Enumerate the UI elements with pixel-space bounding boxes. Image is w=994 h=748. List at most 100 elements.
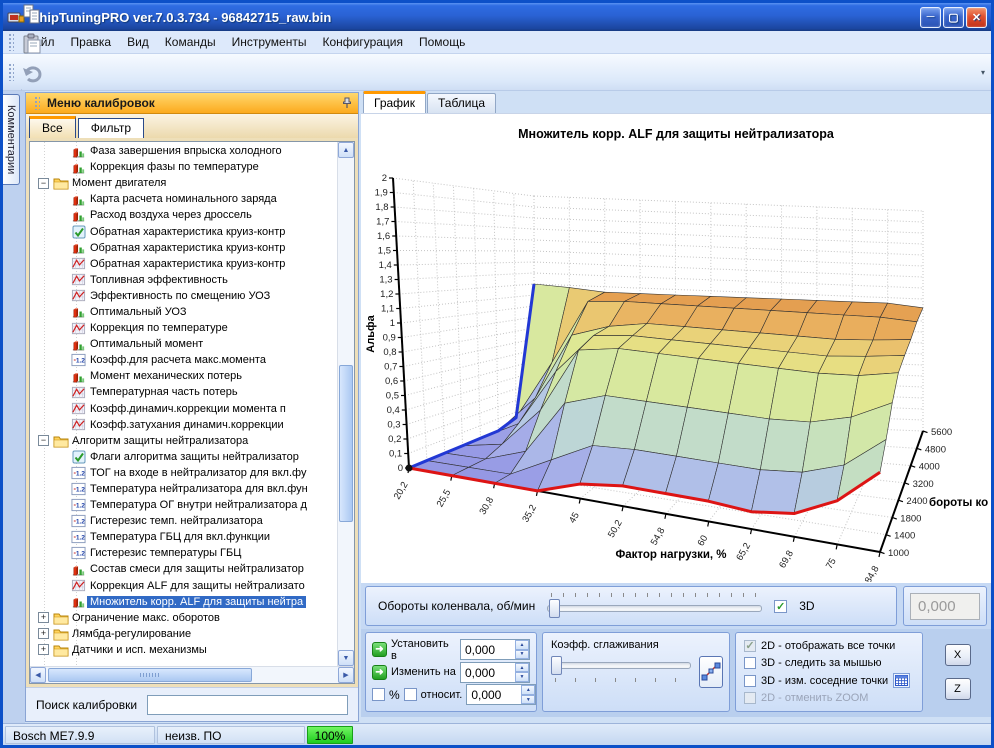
sidebar-tab-Все[interactable]: Все — [29, 116, 76, 138]
spin-down-icon[interactable] — [521, 695, 535, 705]
tree-item[interactable]: 1.2Температура ГБЦ для вкл.функции — [30, 529, 337, 545]
scroll-left-icon[interactable] — [30, 667, 46, 683]
tree-item[interactable]: Оптимальный момент — [30, 336, 337, 352]
view-option-checkbox[interactable] — [744, 657, 756, 669]
scroll-up-icon[interactable] — [338, 142, 354, 158]
rpm-slider-thumb[interactable] — [549, 599, 560, 618]
tree-item[interactable]: Флаги алгоритма защиты нейтрализатор — [30, 449, 337, 465]
expand-icon[interactable]: + — [38, 644, 49, 655]
tree-item[interactable]: Расход воздуха через дроссель — [30, 207, 337, 223]
tree-item[interactable]: Оптимальный УОЗ — [30, 304, 337, 320]
paste-icon[interactable] — [17, 29, 47, 59]
tree-item[interactable]: Коэфф.динамич.коррекции момента п — [30, 401, 337, 417]
menu-item[interactable]: Команды — [157, 32, 224, 52]
copy-icon[interactable] — [17, 0, 47, 29]
spin-up-icon[interactable] — [521, 685, 535, 695]
sidebar-header[interactable]: Меню калибровок — [26, 93, 358, 114]
z-axis-button[interactable]: Z — [945, 678, 971, 700]
tree-folder[interactable]: +Датчики и исп. механизмы — [30, 642, 337, 658]
menu-item[interactable]: Помощь — [411, 32, 473, 52]
scroll-right-icon[interactable] — [338, 667, 354, 683]
smoothing-slider[interactable] — [551, 656, 691, 682]
tab-График[interactable]: График — [363, 91, 426, 113]
spin-up-icon[interactable] — [515, 640, 529, 650]
tree-item[interactable]: Множитель корр. ALF для защиты нейтра — [30, 594, 337, 610]
tree-item[interactable]: Коррекция ALF для защиты нейтрализато — [30, 578, 337, 594]
maximize-button[interactable]: ▢ — [943, 7, 964, 28]
set-arrow-icon[interactable]: ➜ — [372, 642, 387, 657]
spin-up-icon[interactable] — [515, 663, 529, 673]
tab-Таблица[interactable]: Таблица — [427, 93, 496, 113]
rpm-slider-groove[interactable] — [547, 605, 762, 612]
menu-item[interactable]: Правка — [63, 32, 120, 52]
smoothing-groove[interactable] — [551, 662, 691, 669]
tree-item[interactable]: 1.2Температура ОГ внутри нейтрализатора … — [30, 497, 337, 513]
percent-checkbox[interactable] — [372, 688, 385, 701]
rpm-slider[interactable] — [547, 593, 762, 619]
change-value[interactable]: 0,000 — [461, 663, 515, 682]
relative-checkbox[interactable] — [404, 688, 417, 701]
tree-item[interactable]: Топливная эффективность — [30, 272, 337, 288]
tree-item[interactable]: Обратная характеристика круиз-контр — [30, 223, 337, 239]
set-button[interactable]: Установить в — [391, 638, 456, 662]
menu-item[interactable]: Инструменты — [224, 32, 315, 52]
pin-icon[interactable] — [341, 97, 353, 109]
tree-item[interactable]: Коэфф.затухания динамич.коррекции — [30, 417, 337, 433]
menu-item[interactable]: Вид — [119, 32, 157, 52]
menu-item[interactable]: Конфигурация — [314, 32, 411, 52]
tree-item[interactable]: 1.2ТОГ на входе в нейтрализатор для вкл.… — [30, 465, 337, 481]
relative-value-spinner[interactable]: 0,000 — [466, 684, 536, 705]
sidebar-tab-Фильтр[interactable]: Фильтр — [78, 118, 144, 138]
3d-checkbox[interactable] — [774, 600, 787, 613]
tree-item[interactable]: Обратная характеристика круиз-контр — [30, 240, 337, 256]
horizontal-scroll-thumb[interactable] — [48, 668, 252, 682]
tree-item[interactable]: Коррекция фазы по температуре — [30, 159, 337, 175]
expand-icon[interactable]: + — [38, 628, 49, 639]
change-button[interactable]: Изменить на — [391, 666, 456, 678]
undo-icon[interactable] — [17, 59, 47, 89]
change-arrow-icon[interactable]: ➜ — [372, 665, 387, 680]
view-option-checkbox[interactable] — [744, 675, 756, 687]
tree-vertical-scrollbar[interactable] — [337, 142, 354, 666]
relative-value[interactable]: 0,000 — [467, 685, 521, 704]
sidebar-grip[interactable] — [34, 96, 40, 110]
tree-item[interactable]: 1.2Гистерезис темп. нейтрализатора — [30, 513, 337, 529]
tree-item[interactable]: 1.2Коэфф.для расчета макс.момента — [30, 352, 337, 368]
title-bar[interactable]: ChipTuningPRO ver.7.0.3.734 - 96842715_r… — [3, 3, 991, 31]
tree-folder[interactable]: +Ограничение макс. оборотов — [30, 610, 337, 626]
set-value[interactable]: 0,000 — [461, 640, 515, 659]
tree-item[interactable]: Коррекция по температуре — [30, 320, 337, 336]
tree-item[interactable]: 1.2Гистерезис температуры ГБЦ — [30, 545, 337, 561]
tree-item[interactable]: Температурная часть потерь — [30, 384, 337, 400]
value-display[interactable]: 0,000 — [910, 593, 980, 620]
toolbar-overflow-button[interactable]: ▾ — [977, 68, 989, 77]
tree-item[interactable]: 1.2Температура нейтрализатора для вкл.фу… — [30, 481, 337, 497]
tree-item[interactable]: Обратная характеристика круиз-контр — [30, 256, 337, 272]
set-value-spinner[interactable]: 0,000 — [460, 639, 530, 660]
vertical-scroll-thumb[interactable] — [339, 365, 353, 522]
tree-item[interactable]: Фаза завершения впрыска холодного — [30, 143, 337, 159]
grid-table-icon[interactable] — [893, 673, 910, 688]
spin-down-icon[interactable] — [515, 650, 529, 660]
search-input[interactable] — [147, 695, 348, 715]
tree-horizontal-scrollbar[interactable] — [30, 666, 354, 683]
tree-folder[interactable]: −Момент двигателя — [30, 175, 337, 191]
collapse-icon[interactable]: − — [38, 435, 49, 446]
expand-icon[interactable]: + — [38, 612, 49, 623]
tree-folder[interactable]: +Лямбда-регулирование — [30, 626, 337, 642]
curve-edit-button[interactable] — [699, 656, 723, 688]
minimize-button[interactable]: ─ — [920, 7, 941, 28]
change-value-spinner[interactable]: 0,000 — [460, 662, 530, 683]
tree-item[interactable]: Карта расчета номинального заряда — [30, 191, 337, 207]
tree-item[interactable]: Состав смеси для защиты нейтрализатор — [30, 561, 337, 577]
scroll-down-icon[interactable] — [338, 650, 354, 666]
tree-folder[interactable]: −Алгоритм защиты нейтрализатора — [30, 433, 337, 449]
spin-down-icon[interactable] — [515, 672, 529, 682]
tree-item[interactable]: Момент механических потерь — [30, 368, 337, 384]
smoothing-thumb[interactable] — [551, 656, 562, 675]
x-axis-button[interactable]: X — [945, 644, 971, 666]
collapse-icon[interactable]: − — [38, 178, 49, 189]
close-button[interactable]: ✕ — [966, 7, 987, 28]
tree-item[interactable]: Эффективность по смещению УОЗ — [30, 288, 337, 304]
toolbar-grip[interactable] — [8, 63, 14, 81]
